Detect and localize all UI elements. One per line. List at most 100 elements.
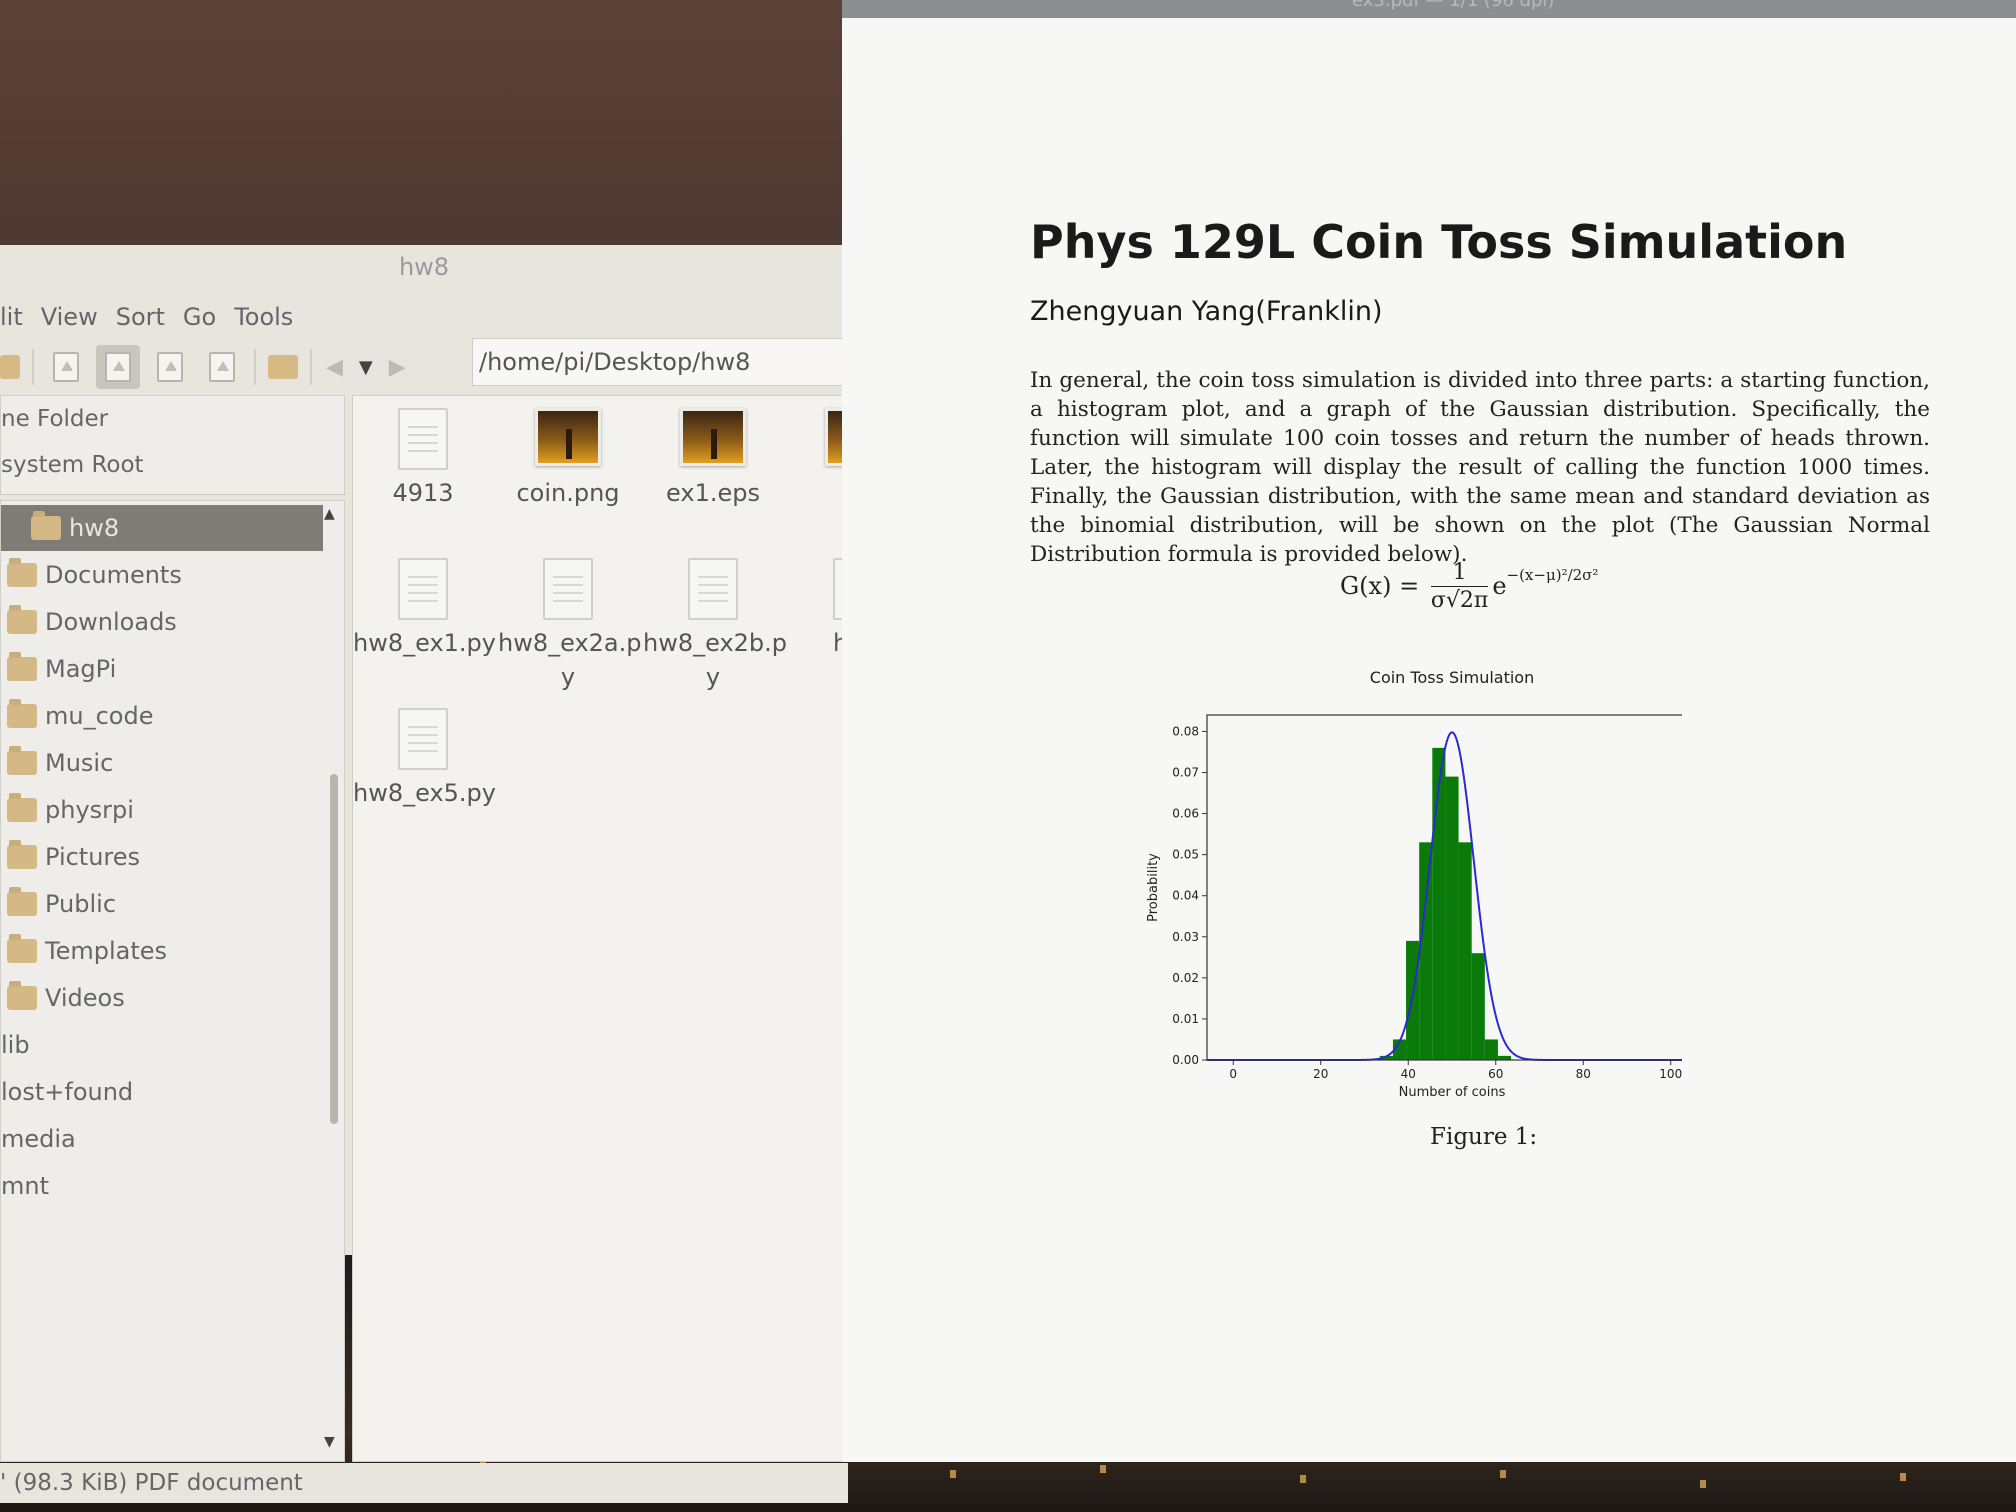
city-light	[950, 1470, 956, 1478]
menu-tools[interactable]: Tools	[225, 297, 302, 337]
folder-icon	[31, 511, 61, 540]
document-icon	[688, 558, 738, 620]
pdf-viewer-window: ex3.pdf — 1/1 (96 dpi) Phys 129L Coin To…	[842, 0, 2016, 1462]
view-thumbnails-button[interactable]	[96, 345, 140, 389]
gaussian-formula: G(x) = 1 σ√2π e−(x−μ)²/2σ²	[1340, 560, 1598, 615]
histogram-bar	[1458, 842, 1472, 1060]
file-name: hw8_ex2b.p	[643, 629, 788, 657]
tree-item-lib[interactable]: lib	[1, 1022, 30, 1068]
formula-exponent: −(x−μ)²/2σ²	[1506, 566, 1599, 584]
file-name: coin.png	[516, 479, 620, 507]
menu-sort[interactable]: Sort	[107, 297, 174, 337]
histogram-bar	[1445, 776, 1459, 1060]
new-folder-icon[interactable]	[0, 355, 20, 379]
file-name: hw8_ex2a.p	[498, 629, 642, 657]
formula-denominator: σ√2π	[1430, 588, 1489, 613]
tree-item-label: hw8	[69, 514, 120, 542]
document-icon	[398, 408, 448, 470]
x-tick-label: 100	[1659, 1067, 1682, 1081]
file-name: hw8_ex1.py	[353, 629, 496, 657]
file-item[interactable]: hw8_ex5.py	[353, 708, 496, 810]
tree-item-lost-found[interactable]: lost+found	[1, 1069, 133, 1115]
window-title: hw8	[398, 253, 450, 281]
histogram-bar	[1406, 940, 1420, 1060]
file-item[interactable]: hw8_ex2b.p y	[643, 558, 788, 694]
file-item[interactable]: hw8_ex2a.py	[498, 558, 642, 694]
tree-item-label: MagPi	[45, 655, 117, 683]
file-item[interactable]: coin.png	[498, 408, 638, 510]
tree-item-hw8[interactable]: hw8	[1, 505, 323, 551]
desktop-wallpaper-top	[0, 0, 850, 250]
file-item[interactable]: 4913	[353, 408, 493, 510]
document-paragraph: In general, the coin toss simulation is …	[1030, 368, 1930, 567]
tree-item-music[interactable]: Music	[1, 740, 113, 786]
tree-item-physrpi[interactable]: physrpi	[1, 787, 134, 833]
scroll-down-icon[interactable]: ▼	[324, 1434, 335, 1450]
toolbar-separator	[310, 349, 312, 385]
folder-icon	[7, 840, 37, 869]
folder-icon	[7, 558, 37, 587]
menu-view[interactable]: View	[32, 297, 107, 337]
file-manager-window: hw8 lit View Sort Go Tools ◀ ▼ ▶ ne Fold…	[0, 245, 891, 1503]
toolbar-separator	[254, 349, 256, 385]
view-compact-button[interactable]	[148, 345, 192, 389]
tree-item-videos[interactable]: Videos	[1, 975, 125, 1021]
tree-item-magpi[interactable]: MagPi	[1, 646, 116, 692]
tree-item-downloads[interactable]: Downloads	[1, 599, 177, 645]
location-path-input[interactable]: /home/pi/Desktop/hw8	[472, 338, 852, 386]
y-tick-label: 0.05	[1172, 848, 1199, 862]
x-tick-label: 60	[1488, 1067, 1503, 1081]
x-axis-label: Number of coins	[1399, 1085, 1506, 1100]
y-tick-label: 0.08	[1172, 724, 1199, 738]
formula-numerator: 1	[1430, 560, 1489, 587]
tree-scrollbar[interactable]: ▲ ▼	[322, 504, 342, 1458]
folder-icon	[7, 746, 37, 775]
file-item[interactable]: hw8_ex1.py	[353, 558, 496, 660]
pdf-window-title: ex3.pdf — 1/1 (96 dpi)	[1352, 0, 1555, 11]
tree-item-label: Pictures	[45, 843, 141, 871]
file-name-wrap: y	[560, 663, 576, 691]
tree-item-pictures[interactable]: Pictures	[1, 834, 140, 880]
figure-caption: Figure 1:	[1430, 1124, 1538, 1150]
file-item[interactable]: ex1.eps	[643, 408, 783, 510]
city-light	[1900, 1473, 1906, 1481]
tree-item-mu-code[interactable]: mu_code	[1, 693, 153, 739]
status-bar: ' (98.3 KiB) PDF document	[0, 1463, 848, 1503]
scroll-thumb[interactable]	[330, 774, 338, 1124]
tree-item-media[interactable]: media	[1, 1116, 76, 1162]
place-filesystem-root[interactable]: system Root	[1, 442, 344, 488]
compact-view-icon	[157, 352, 183, 382]
list-view-icon	[209, 352, 235, 382]
formula-exponential: e	[1492, 572, 1507, 600]
menu-edit[interactable]: lit	[0, 297, 32, 337]
tree-item-documents[interactable]: Documents	[1, 552, 182, 598]
histogram-bar	[1432, 747, 1446, 1060]
history-dropdown-icon[interactable]: ▼	[359, 357, 373, 378]
back-arrow-icon[interactable]: ◀	[326, 355, 343, 380]
x-tick-label: 0	[1229, 1067, 1237, 1081]
place-home-folder[interactable]: ne Folder	[1, 396, 344, 442]
city-light	[1300, 1475, 1306, 1483]
tree-item-templates[interactable]: Templates	[1, 928, 167, 974]
forward-arrow-icon[interactable]: ▶	[389, 355, 406, 380]
view-list-button[interactable]	[200, 345, 244, 389]
view-icons-button[interactable]	[44, 345, 88, 389]
document-icon	[398, 708, 448, 770]
y-tick-label: 0.07	[1172, 766, 1199, 780]
folder-icon	[7, 652, 37, 681]
folder-icon[interactable]	[268, 355, 298, 379]
scroll-up-icon[interactable]: ▲	[324, 506, 335, 522]
directory-tree: hw8 Documents Downloads MagPi mu_code Music ph…	[0, 500, 345, 1462]
document-icon	[543, 558, 593, 620]
tree-item-label: physrpi	[45, 796, 134, 824]
menu-go[interactable]: Go	[174, 297, 225, 337]
chart-title: Coin Toss Simulation	[1370, 668, 1534, 687]
tree-item-mnt[interactable]: mnt	[1, 1163, 49, 1209]
folder-icon	[7, 699, 37, 728]
y-tick-label: 0.01	[1172, 1012, 1199, 1026]
tree-item-public[interactable]: Public	[1, 881, 116, 927]
folder-icon	[7, 605, 37, 634]
tree-item-label: mnt	[1, 1172, 49, 1200]
image-icon	[680, 408, 746, 466]
city-light	[1100, 1465, 1106, 1473]
